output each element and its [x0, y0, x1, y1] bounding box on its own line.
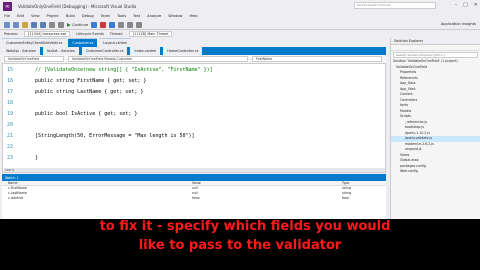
tab-customer-controller[interactable]: CustomerController.cs: [81, 47, 128, 55]
tab-home-controller[interactable]: HomeController.cs: [163, 47, 203, 55]
window-title: ValidateOnlyOneField (Debugging) - Micro…: [18, 3, 137, 9]
process-select[interactable]: [11344] iisexpress.exe: [24, 31, 71, 37]
column-type[interactable]: Type: [342, 181, 386, 185]
video-frame: ∞ ValidateOnlyOneField (Debugging) - Mic…: [0, 0, 480, 270]
line-number: 19: [7, 111, 14, 117]
play-icon: [67, 22, 71, 27]
solution-explorer: Solution Explorer Search Solution Explor…: [390, 38, 480, 219]
maximize-icon[interactable]: □: [463, 2, 468, 8]
menu-debug[interactable]: Debug: [82, 14, 94, 18]
menu-project[interactable]: Project: [47, 14, 59, 18]
watch-value: false: [192, 196, 200, 200]
solution-explorer-toolbar: [391, 45, 480, 51]
menu-edit[interactable]: Edit: [17, 14, 24, 18]
code-line: public string FirstName { get; set; }: [35, 78, 147, 84]
tab-webapi[interactable]: WebApi - Solution: [2, 47, 40, 55]
line-number: 20: [7, 122, 14, 128]
solution-search-input[interactable]: Search Solution Explorer (Ctrl+;): [393, 52, 478, 58]
window-controls: – □ ✕: [455, 2, 478, 8]
continue-button[interactable]: Continue: [67, 22, 89, 27]
title-bar: ∞ ValidateOnlyOneField (Debugging) - Mic…: [0, 0, 480, 12]
close-icon[interactable]: ✕: [474, 2, 478, 8]
line-number: 18: [7, 100, 14, 106]
column-value[interactable]: Value: [192, 181, 342, 185]
continue-label: Continue: [72, 22, 89, 27]
caption-line-2: like to pass to the validator: [138, 238, 342, 253]
tab-index[interactable]: Index.cshtml: [130, 47, 161, 55]
line-number-gutter: 15 16 17 18 19 20 21 22 23: [3, 64, 25, 172]
visual-studio-logo-icon: ∞: [3, 1, 12, 11]
tab-layout[interactable]: Layout.cshtml: [99, 38, 132, 47]
back-icon[interactable]: [4, 21, 10, 28]
secondary-tabs: WebApi - Solution NuGet - Solution Custo…: [2, 47, 386, 55]
menu-tools[interactable]: Tools: [117, 14, 126, 18]
code-line: public bool IsActive { get; set; }: [35, 111, 138, 117]
horizontal-scrollbar[interactable]: [3, 168, 385, 172]
visual-studio-window: ∞ ValidateOnlyOneField (Debugging) - Mic…: [0, 0, 480, 219]
code-editor[interactable]: 15 16 17 18 19 20 21 22 23 // [ValidateO…: [2, 63, 386, 173]
step-out-icon[interactable]: [136, 21, 143, 28]
thread-label: Thread:: [109, 32, 123, 36]
menu-bar: File Edit View Project Build Debug Team …: [0, 12, 480, 20]
menu-help[interactable]: Help: [189, 14, 197, 18]
watch-type: bool: [342, 196, 349, 200]
minimize-icon[interactable]: –: [455, 2, 458, 8]
save-icon[interactable]: [31, 21, 37, 28]
thread-select[interactable]: [11128] Main Thread: [128, 31, 173, 37]
save-all-icon[interactable]: [40, 21, 46, 28]
code-line: public string LastName { get; set; }: [35, 89, 144, 95]
watch-row[interactable]: c.IsActive false bool: [2, 196, 386, 201]
column-name[interactable]: Name: [2, 181, 192, 185]
watch-window: Watch 1 Name Value Type c.FirstName null…: [2, 174, 386, 219]
lifecycle-events-select[interactable]: Lifecycle Events: [76, 32, 103, 36]
zoom-level[interactable]: 100 %: [5, 168, 15, 172]
menu-view[interactable]: View: [31, 14, 40, 18]
project-combo[interactable]: ValidateOnOneField: [4, 56, 64, 62]
code-line: // [ValidateOnce(new string[] { "IsActiv…: [35, 67, 213, 73]
restart-icon[interactable]: [109, 21, 116, 28]
forward-icon[interactable]: [13, 21, 19, 28]
tab-customer-cs[interactable]: Customer.cs: [68, 38, 98, 47]
line-number: 17: [7, 89, 14, 95]
line-number: 22: [7, 144, 14, 150]
menu-build[interactable]: Build: [66, 14, 75, 18]
break-all-icon[interactable]: [91, 21, 98, 28]
code-line: }: [35, 155, 39, 161]
tab-nuget[interactable]: NuGet - Solution: [43, 47, 79, 55]
debug-location-bar: Process: [11344] iisexpress.exe Lifecycl…: [0, 30, 410, 38]
quick-launch-input[interactable]: Quick Launch (Ctrl+Q): [354, 2, 436, 9]
stop-debugging-icon[interactable]: [100, 21, 107, 28]
line-number: 21: [7, 133, 14, 139]
member-combo[interactable]: FirstName: [252, 56, 382, 62]
redo-icon[interactable]: [58, 21, 64, 28]
caption-line-1: to fix it - specify which fields you wou…: [99, 219, 391, 234]
menu-team[interactable]: Team: [101, 14, 111, 18]
class-combo[interactable]: ValidateOnOneField.Models.Customer: [68, 56, 248, 62]
document-tabs: CustomerEntityClientSideValid.cs Custome…: [2, 38, 132, 47]
menu-window[interactable]: Window: [168, 14, 182, 18]
code-line: [StringLength(50, ErrorMessage = "Max le…: [35, 133, 195, 139]
application-insights-button[interactable]: Application Insights: [441, 22, 476, 26]
menu-analyze[interactable]: Analyze: [147, 14, 161, 18]
menu-file[interactable]: File: [4, 14, 10, 18]
solution-explorer-title: Solution Explorer: [391, 38, 480, 45]
step-over-icon[interactable]: [118, 21, 125, 28]
tab-customer-entity[interactable]: CustomerEntityClientSideValid.cs: [2, 38, 67, 47]
video-caption: to fix it - specify which fields you wou…: [0, 219, 480, 270]
watch-name: c.IsActive: [8, 196, 24, 200]
undo-icon[interactable]: [49, 21, 55, 28]
step-into-icon[interactable]: [127, 21, 134, 28]
process-label: Process:: [4, 32, 19, 36]
navigation-bar: ValidateOnOneField ValidateOnOneField.Mo…: [2, 55, 386, 63]
line-number: 16: [7, 78, 14, 84]
tree-item[interactable]: Web.config: [391, 169, 480, 175]
toolbar: Continue: [0, 20, 480, 30]
open-icon[interactable]: [22, 21, 28, 28]
menu-test[interactable]: Test: [133, 14, 140, 18]
line-number: 15: [7, 67, 14, 73]
line-number: 23: [7, 155, 14, 161]
